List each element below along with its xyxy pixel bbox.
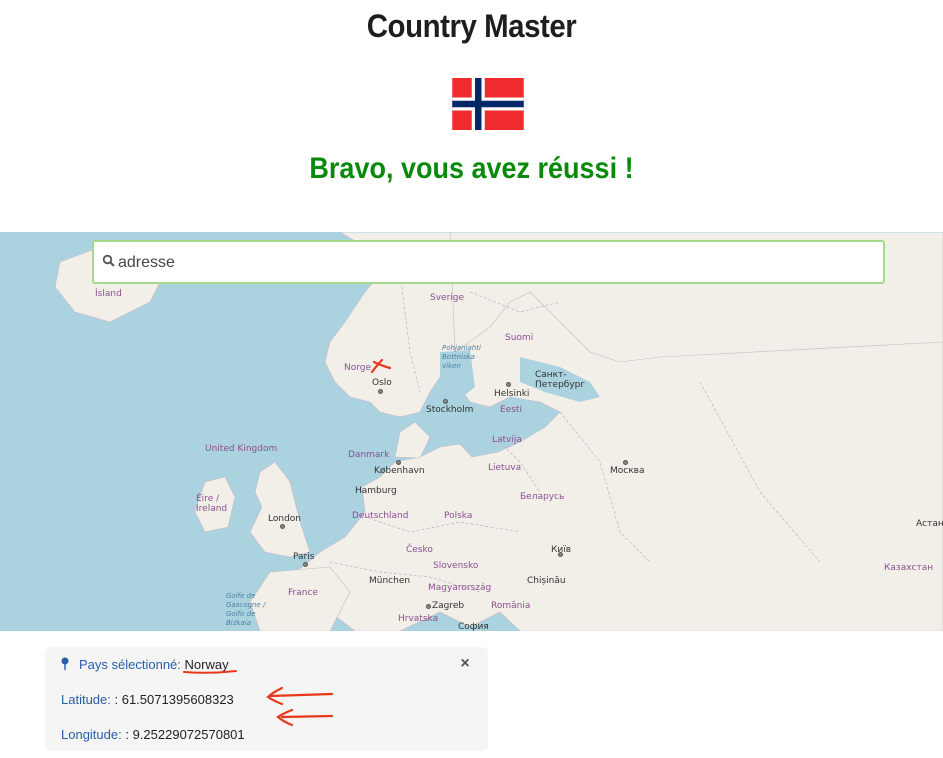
- map-label-cesko: Česko: [406, 545, 433, 555]
- map-label-lietuva: Lietuva: [488, 463, 522, 473]
- map-label-spb: Санкт-Петербург: [535, 370, 586, 390]
- city-dot: [303, 562, 308, 567]
- city-dot: [443, 399, 448, 404]
- search-box[interactable]: [92, 240, 885, 284]
- map-label-slovensko: Slovensko: [433, 561, 479, 571]
- map-label-sverige: Sverige: [430, 293, 465, 303]
- latitude-label: Latitude:: [61, 692, 111, 707]
- map-pin-icon: [61, 657, 69, 670]
- map-label-zagreb: Zagreb: [432, 601, 465, 611]
- address-search-input[interactable]: [118, 248, 858, 278]
- map-label-eesti: Eesti: [500, 405, 522, 415]
- norway-flag: [452, 78, 524, 130]
- map-label-chisinau: Chișinău: [527, 576, 566, 586]
- map-label-kobenhavn: København: [374, 466, 425, 476]
- selected-country-value: Norway: [184, 657, 229, 672]
- map-label-belarus: Беларусь: [520, 492, 565, 502]
- success-message: Bravo, vous avez réussi !: [309, 152, 634, 185]
- map-label-london: London: [268, 514, 301, 524]
- map-label-sofia: София: [458, 622, 489, 631]
- map-label-kyiv: Київ: [551, 545, 572, 555]
- map-label-norge: Norge: [344, 363, 372, 373]
- map-label-magyarorszag: Magyarország: [428, 583, 492, 593]
- latitude-row: Latitude: : 61.5071395608323: [61, 692, 234, 707]
- map-label-deutschland: Deutschland: [352, 511, 409, 521]
- map-label-kazakhstan: Казахстан: [884, 563, 934, 573]
- city-dot: [396, 460, 401, 465]
- city-dot: [623, 460, 628, 465]
- latitude-value: : 61.5071395608323: [114, 692, 234, 707]
- map-label-astana: Астана: [916, 519, 943, 529]
- map-label-paris: Paris: [293, 552, 315, 562]
- info-panel: Pays sélectionné: Norway × Latitude: : 6…: [45, 647, 488, 751]
- map-label-latvija: Latvija: [492, 435, 522, 445]
- map-label-suomi: Suomi: [505, 333, 534, 343]
- search-icon: [102, 254, 115, 267]
- map-label-island: Ísland: [95, 289, 122, 299]
- map-label-danmark: Danmark: [348, 450, 390, 460]
- map-view[interactable]: Ísland Sverige Suomi Norge Oslo Pohjanla…: [0, 232, 943, 631]
- page-title: Country Master: [366, 8, 577, 44]
- selected-country-row: Pays sélectionné: Norway: [79, 657, 229, 672]
- map-label-ireland: Éire / Ireland: [196, 494, 228, 514]
- map-label-stockholm: Stockholm: [426, 405, 474, 415]
- map-label-munchen: München: [369, 576, 411, 586]
- map-label-biscay: Golfe de Gascogne / Golfo de Bizkaia: [226, 592, 266, 627]
- city-dot: [426, 604, 431, 609]
- map-label-romania: România: [491, 601, 531, 611]
- city-dot: [506, 382, 511, 387]
- map-label-helsinki: Helsinki: [494, 389, 530, 399]
- longitude-value: : 9.25229072570801: [125, 727, 245, 742]
- close-icon[interactable]: ×: [458, 656, 472, 672]
- map-label-france: France: [288, 588, 318, 598]
- longitude-label: Longitude:: [61, 727, 122, 742]
- map-label-oslo: Oslo: [372, 378, 392, 388]
- city-dot: [280, 524, 285, 529]
- map-label-gulf-bothnia: Pohjanlahti Bottniska viken: [442, 344, 481, 370]
- longitude-row: Longitude: : 9.25229072570801: [61, 727, 245, 742]
- map-label-hrvatska: Hrvatska: [398, 614, 439, 624]
- map-label-hamburg: Hamburg: [355, 486, 397, 496]
- map-tiles: [0, 232, 943, 631]
- map-label-polska: Polska: [444, 511, 473, 521]
- selected-country-label: Pays sélectionné:: [79, 657, 181, 672]
- city-dot: [378, 389, 383, 394]
- map-label-moskva: Москва: [610, 466, 645, 476]
- map-label-uk: United Kingdom: [205, 444, 278, 454]
